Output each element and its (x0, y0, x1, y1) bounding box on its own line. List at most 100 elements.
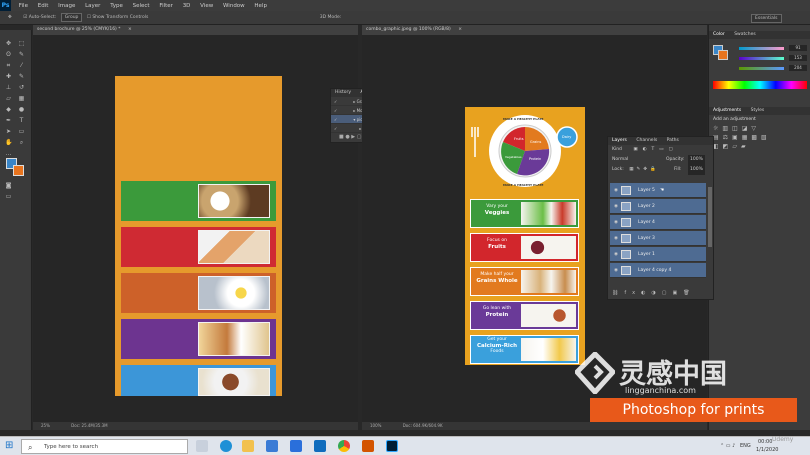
menu-edit[interactable]: Edit (38, 3, 49, 9)
more-tools-icon[interactable]: … (5, 150, 12, 157)
gradient-tool-icon[interactable]: ▦ (18, 95, 25, 102)
tab-styles[interactable]: Styles (751, 108, 765, 113)
visibility-eye-icon[interactable]: ◉ (613, 183, 619, 198)
color-ramp[interactable] (713, 81, 807, 89)
eraser-tool-icon[interactable]: ▱ (5, 95, 12, 102)
tab-layers[interactable]: Layers (612, 138, 627, 143)
windows-start-icon[interactable]: ⊞ (5, 441, 15, 451)
filter-icons[interactable]: ▣◐T▭▢ (633, 147, 677, 152)
tab-color[interactable]: Color (713, 32, 725, 37)
app-icon[interactable] (314, 440, 326, 452)
opacity-value[interactable]: 100% (688, 155, 705, 165)
visibility-eye-icon[interactable]: ◉ (613, 199, 619, 214)
tab-adjustments[interactable]: Adjustments (713, 108, 741, 113)
document-tab-right[interactable]: combo_graphic.jpeg @ 100% (RGB/8) × (362, 25, 707, 35)
auto-select-checkbox[interactable]: ☑ (23, 15, 27, 20)
system-tray-icons[interactable]: ⌃ ▭ ♪ (720, 443, 735, 449)
edge-browser-icon[interactable] (220, 440, 232, 452)
adjustment-icons-row1[interactable]: ☼▥◫◪▽ (709, 124, 810, 133)
crop-tool-icon[interactable]: ⌗ (5, 62, 12, 69)
auto-select-dropdown[interactable]: Group (60, 13, 83, 22)
clone-stamp-icon[interactable]: ⊥ (5, 84, 12, 91)
visibility-eye-icon[interactable]: ◉ (613, 263, 619, 278)
task-view-icon[interactable] (196, 440, 208, 452)
lock-icons[interactable]: ▦✎✥🔒 (629, 167, 658, 172)
visibility-eye-icon[interactable]: ◉ (613, 215, 619, 230)
blue-slider[interactable] (739, 67, 784, 70)
history-brush-icon[interactable]: ↺ (18, 84, 25, 91)
close-tab-icon[interactable]: × (128, 27, 132, 32)
store-icon[interactable] (266, 440, 278, 452)
document-tab-left[interactable]: second brochure @ 25% (CMYK/16) * × (33, 25, 358, 35)
quick-mask-icon[interactable]: ◙ (5, 182, 12, 189)
menu-window[interactable]: Window (223, 3, 245, 9)
workspace-dropdown[interactable]: Essentials (751, 14, 782, 23)
zoom-level[interactable]: 100% (370, 423, 381, 428)
type-tool-icon[interactable]: T (18, 117, 25, 124)
menu-type[interactable]: Type (110, 3, 123, 9)
photoshop-taskbar-icon[interactable] (386, 440, 398, 452)
language-indicator[interactable]: ENG (740, 443, 751, 449)
shape-tool-icon[interactable]: ▭ (18, 128, 25, 135)
menu-image[interactable]: Image (58, 3, 75, 9)
chrome-icon[interactable] (338, 440, 350, 452)
menu-view[interactable]: View (200, 3, 213, 9)
mail-icon[interactable] (290, 440, 302, 452)
green-value[interactable]: 153 (789, 55, 807, 61)
layer-row[interactable]: ◉ Layer 5 ☚ (610, 183, 706, 198)
background-color-swatch[interactable] (13, 165, 24, 176)
layer-row[interactable]: ◉ Layer 3 (610, 231, 706, 246)
close-tab-icon[interactable]: × (458, 27, 462, 32)
app-icon-orange[interactable] (362, 440, 374, 452)
red-slider[interactable] (739, 47, 784, 50)
file-explorer-icon[interactable] (242, 440, 254, 452)
adjustment-icons-row3[interactable]: ◧◩▱▰ (709, 142, 810, 151)
menu-help[interactable]: Help (254, 3, 267, 9)
bg-color-chip[interactable] (718, 50, 728, 60)
tab-paths[interactable]: Paths (667, 138, 679, 143)
zoom-tool-icon[interactable]: ⌕ (18, 139, 25, 146)
move-tool-icon[interactable]: ✥ (8, 15, 12, 20)
menu-select[interactable]: Select (133, 3, 150, 9)
tab-history[interactable]: History (335, 90, 351, 95)
move-tool-icon[interactable]: ✥ (5, 40, 12, 47)
tab-swatches[interactable]: Swatches (734, 32, 756, 37)
healing-brush-icon[interactable]: ✚ (5, 73, 12, 80)
adjustment-icons-row2[interactable]: ▤⚖▣▦▩▧ (709, 133, 810, 142)
brush-tool-icon[interactable]: ✎ (18, 73, 25, 80)
dodge-tool-icon[interactable]: ● (18, 106, 25, 113)
green-slider[interactable] (739, 57, 784, 60)
visibility-eye-icon[interactable]: ◉ (613, 231, 619, 246)
quick-select-icon[interactable]: ✎ (18, 51, 25, 58)
pen-tool-icon[interactable]: ✒ (5, 117, 12, 124)
blue-value[interactable]: 204 (789, 65, 807, 71)
fill-value[interactable]: 100% (688, 165, 705, 175)
layer-row[interactable]: ◉ Layer 4 copy 4 (610, 263, 706, 278)
red-value[interactable]: 91 (789, 45, 807, 51)
path-select-icon[interactable]: ➤ (5, 128, 12, 135)
zoom-level[interactable]: 25% (41, 423, 50, 428)
show-transform-checkbox[interactable]: ☐ (87, 15, 91, 20)
marquee-tool-icon[interactable]: ⬚ (18, 40, 25, 47)
menu-layer[interactable]: Layer (85, 3, 100, 9)
visibility-eye-icon[interactable]: ◉ (613, 247, 619, 262)
clock-time[interactable]: 00:00 (758, 439, 772, 445)
blur-tool-icon[interactable]: ◆ (5, 106, 12, 113)
blend-mode-dropdown[interactable]: Normal (612, 157, 628, 162)
eyedropper-icon[interactable]: ⁄ (18, 62, 25, 69)
menu-3d[interactable]: 3D (183, 3, 191, 9)
kind-filter[interactable]: Kind (612, 147, 622, 152)
clock-date[interactable]: 1/1/2020 (756, 447, 778, 453)
taskbar-search-input[interactable]: ⌕ Type here to search (21, 439, 188, 454)
hand-tool-icon[interactable]: ✋ (5, 139, 12, 146)
layers-scrollbar[interactable] (708, 187, 712, 247)
layer-row[interactable]: ◉ Layer 4 (610, 215, 706, 230)
tab-channels[interactable]: Channels (636, 138, 657, 143)
screen-mode-icon[interactable]: ▭ (5, 193, 12, 200)
layer-row[interactable]: ◉ Layer 1 (610, 247, 706, 262)
layer-row[interactable]: ◉ Layer 2 (610, 199, 706, 214)
lasso-tool-icon[interactable]: ʘ (5, 51, 12, 58)
menu-filter[interactable]: Filter (159, 3, 173, 9)
menu-file[interactable]: File (19, 3, 28, 9)
layer-buttons[interactable]: ⛓fx◐◑▢▣🗑 (612, 290, 696, 296)
